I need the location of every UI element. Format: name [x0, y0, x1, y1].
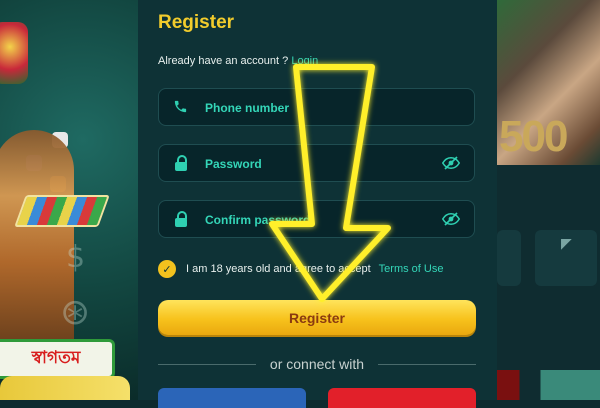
password-input[interactable]: [203, 145, 437, 183]
ludo-board-image: [14, 195, 110, 227]
promo-bottom-graphic: [0, 376, 130, 400]
divider-line: [378, 363, 477, 365]
eye-off-icon[interactable]: [441, 156, 461, 170]
page-title: Register: [158, 12, 235, 33]
right-background: 500 ◤: [497, 0, 600, 400]
divider-text: or connect with: [269, 356, 365, 372]
left-promo-banner[interactable]: $ ⊛ স্বাগতম: [0, 0, 138, 400]
lock-icon: [173, 211, 189, 227]
register-button[interactable]: Register: [158, 300, 476, 335]
promo-welcome-text: স্বাগতম: [0, 339, 115, 379]
connect-divider: or connect with: [158, 354, 477, 374]
terms-text: I am 18 years old and agree to accept: [186, 263, 371, 275]
phone-input[interactable]: [203, 89, 437, 127]
password-field[interactable]: [158, 144, 475, 183]
social-login-button-blue[interactable]: [158, 388, 306, 408]
phone-field[interactable]: [158, 88, 475, 127]
terms-of-use-link[interactable]: Terms of Use: [379, 263, 444, 275]
terms-row: ✓ I am 18 years old and agree to accept …: [158, 258, 443, 280]
confirm-password-input[interactable]: [203, 201, 437, 239]
eye-off-icon[interactable]: [441, 212, 461, 226]
promo-amount-graphic: 500: [499, 112, 568, 161]
brand-logo: [0, 22, 28, 84]
confirm-password-field[interactable]: [158, 200, 475, 239]
casino-chip-icon: ⊛: [60, 292, 91, 333]
phone-icon: [173, 99, 189, 115]
social-login-button-red[interactable]: [328, 388, 476, 408]
account-prompt-text: Already have an account ?: [158, 55, 289, 67]
divider-line: [158, 363, 256, 365]
background-tile: [497, 230, 521, 286]
tile-icon: ◤: [561, 236, 572, 252]
register-panel: Register Already have an account ? Login…: [138, 0, 497, 408]
login-link[interactable]: Login: [291, 55, 318, 67]
terms-checkbox[interactable]: ✓: [158, 260, 176, 278]
dollar-icon: $: [66, 240, 86, 275]
checkmark-icon: ✓: [162, 262, 172, 276]
lock-icon: [173, 155, 189, 171]
account-prompt: Already have an account ? Login: [158, 55, 318, 67]
game-thumbnail-strip: [497, 370, 600, 400]
